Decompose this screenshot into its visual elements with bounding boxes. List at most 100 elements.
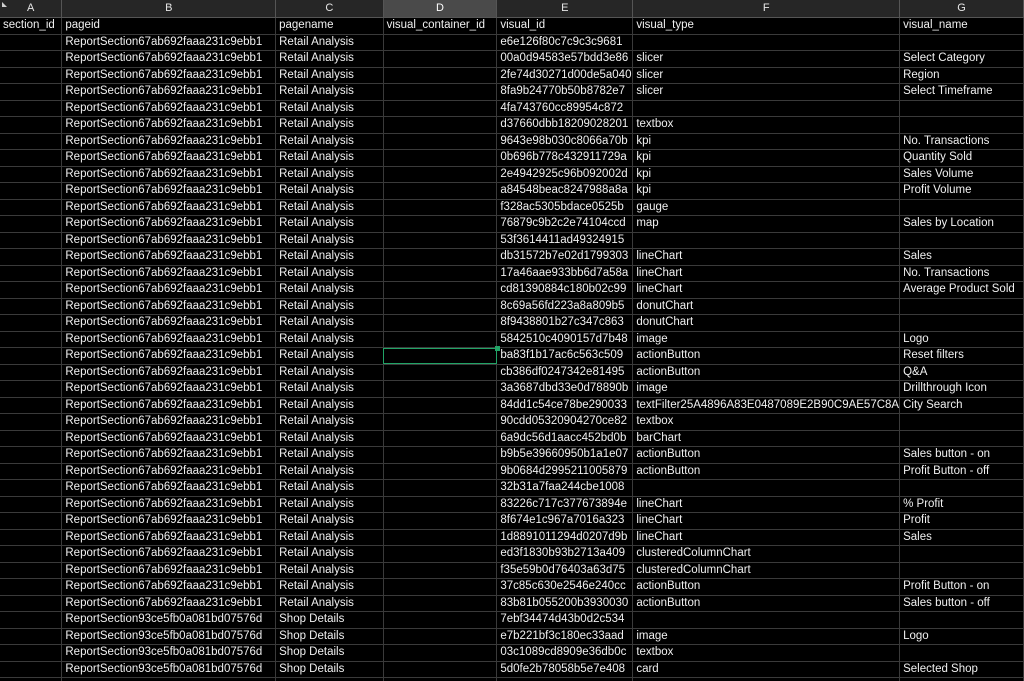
cell-pageid[interactable]: ReportSection67ab692faaa231c9ebb1 [61,166,277,183]
cell-visual-type[interactable]: textbox [632,116,901,134]
cell-visual-container-id[interactable] [383,529,498,546]
cell-visual-id[interactable]: 5d0fe2b78058b5e7e408 [496,661,634,678]
column-header-E[interactable]: E [496,0,634,18]
cell-visual-type[interactable]: slicer [632,83,901,101]
cell-visual-id[interactable]: e7b221bf3c180ec33aad [496,628,634,645]
cell-visual-type[interactable]: actionButton [632,446,901,464]
cell-visual-name[interactable] [899,100,1024,117]
cell-visual-name[interactable] [899,479,1024,497]
cell-visual-container-id[interactable] [383,644,498,662]
cell-pageid[interactable]: ReportSection67ab692faaa231c9ebb1 [61,331,277,348]
cell-pagename[interactable]: Retail Analysis [275,512,384,530]
cell-visual-name[interactable]: Quantity Sold [899,149,1024,167]
cell-visual-container-id[interactable] [383,83,498,101]
cell-section-id[interactable] [0,83,63,101]
cell-visual-name[interactable] [899,611,1024,629]
cell-pageid[interactable]: ReportSection67ab692faaa231c9ebb1 [61,298,277,315]
cell-visual-container-id[interactable] [383,149,498,167]
cell-visual-id[interactable]: 83226c717c377673894e [496,496,634,513]
cell-visual-name[interactable]: Q&A [899,364,1024,381]
cell-visual-id[interactable]: visual_id [496,17,634,35]
cell-section-id[interactable] [0,430,63,447]
cell-visual-type[interactable]: image [632,628,901,645]
cell-section-id[interactable] [0,314,63,332]
cell-visual-name[interactable] [899,199,1024,216]
cell-pagename[interactable]: Retail Analysis [275,298,384,315]
cell-section-id[interactable] [0,628,63,645]
cell-section-id[interactable] [0,215,63,233]
cell-pagename[interactable]: Retail Analysis [275,347,384,365]
column-header-A[interactable]: A [0,0,63,18]
cell-visual-container-id[interactable] [383,397,498,414]
cell-section-id[interactable] [0,595,63,612]
cell-visual-container-id[interactable] [383,512,498,530]
cell-section-id[interactable] [0,116,63,134]
cell-visual-id[interactable]: e6e126f80c7c9c3c9681 [496,34,634,51]
cell-visual-type[interactable]: actionButton [632,578,901,596]
cell-pagename[interactable]: Retail Analysis [275,578,384,596]
cell-section-id[interactable] [0,611,63,629]
cell-visual-name[interactable] [899,298,1024,315]
cell-pageid[interactable]: ReportSection67ab692faaa231c9ebb1 [61,430,277,447]
cell-visual-id[interactable]: 84dd1c54ce78be290033 [496,397,634,414]
cell-visual-name[interactable]: Sales [899,529,1024,546]
cell-pageid[interactable]: ReportSection93ce5fb0a081bd07576d [61,644,277,662]
cell-pagename[interactable] [275,677,384,681]
cell-visual-type[interactable]: textbox [632,413,901,431]
cell-visual-id[interactable]: a84548beac8247988a8a [496,182,634,200]
cell-visual-name[interactable]: Profit Volume [899,182,1024,200]
cell-visual-container-id[interactable] [383,661,498,678]
cell-visual-id[interactable]: 90cdd05320904270ce82 [496,413,634,431]
cell-section-id[interactable] [0,182,63,200]
cell-section-id[interactable] [0,347,63,365]
cell-visual-name[interactable]: Region [899,67,1024,84]
cell-section-id[interactable] [0,463,63,480]
cell-section-id[interactable] [0,166,63,183]
column-header-C[interactable]: C [275,0,384,18]
cell-visual-type[interactable]: actionButton [632,347,901,365]
cell-visual-id[interactable]: 76879c9b2c2e74104ccd [496,215,634,233]
cell-visual-type[interactable]: kpi [632,182,901,200]
cell-pagename[interactable]: Retail Analysis [275,248,384,266]
cell-pagename[interactable]: Shop Details [275,628,384,645]
cell-visual-container-id[interactable] [383,248,498,266]
cell-visual-container-id[interactable] [383,331,498,348]
cell-pageid[interactable] [61,677,277,681]
cell-visual-container-id[interactable] [383,496,498,513]
cell-visual-id[interactable]: 5842510c4090157d7b48 [496,331,634,348]
cell-pageid[interactable]: ReportSection67ab692faaa231c9ebb1 [61,364,277,381]
cell-pageid[interactable]: ReportSection93ce5fb0a081bd07576d [61,661,277,678]
cell-pageid[interactable]: pageid [61,17,277,35]
cell-pagename[interactable]: Retail Analysis [275,529,384,546]
cell-visual-id[interactable]: 7ebf34474d43b0d2c534 [496,611,634,629]
cell-section-id[interactable] [0,529,63,546]
cell-visual-id[interactable]: b9b5e39660950b1a1e07 [496,446,634,464]
cell-pagename[interactable]: Shop Details [275,611,384,629]
cell-visual-container-id[interactable] [383,133,498,150]
cell-pageid[interactable]: ReportSection67ab692faaa231c9ebb1 [61,595,277,612]
cell-visual-type[interactable] [632,100,901,117]
cell-pageid[interactable]: ReportSection67ab692faaa231c9ebb1 [61,83,277,101]
cell-visual-name[interactable] [899,314,1024,332]
cell-visual-name[interactable]: Profit [899,512,1024,530]
cell-visual-id[interactable]: 53f3614411ad49324915 [496,232,634,249]
cell-visual-name[interactable] [899,677,1024,681]
cell-visual-id[interactable] [496,677,634,681]
cell-section-id[interactable] [0,413,63,431]
cell-section-id[interactable] [0,298,63,315]
cell-pageid[interactable]: ReportSection67ab692faaa231c9ebb1 [61,347,277,365]
cell-visual-container-id[interactable] [383,380,498,398]
cell-pagename[interactable]: Retail Analysis [275,545,384,563]
cell-visual-container-id[interactable] [383,298,498,315]
cell-section-id[interactable] [0,380,63,398]
cell-pagename[interactable]: Retail Analysis [275,182,384,200]
cell-visual-container-id[interactable] [383,50,498,68]
cell-visual-container-id[interactable] [383,116,498,134]
cell-pagename[interactable]: Retail Analysis [275,199,384,216]
cell-pageid[interactable]: ReportSection67ab692faaa231c9ebb1 [61,149,277,167]
cell-pagename[interactable]: Retail Analysis [275,496,384,513]
cell-section-id[interactable] [0,512,63,530]
cell-visual-container-id[interactable] [383,166,498,183]
cell-pagename[interactable]: Retail Analysis [275,595,384,612]
cell-visual-name[interactable] [899,413,1024,431]
